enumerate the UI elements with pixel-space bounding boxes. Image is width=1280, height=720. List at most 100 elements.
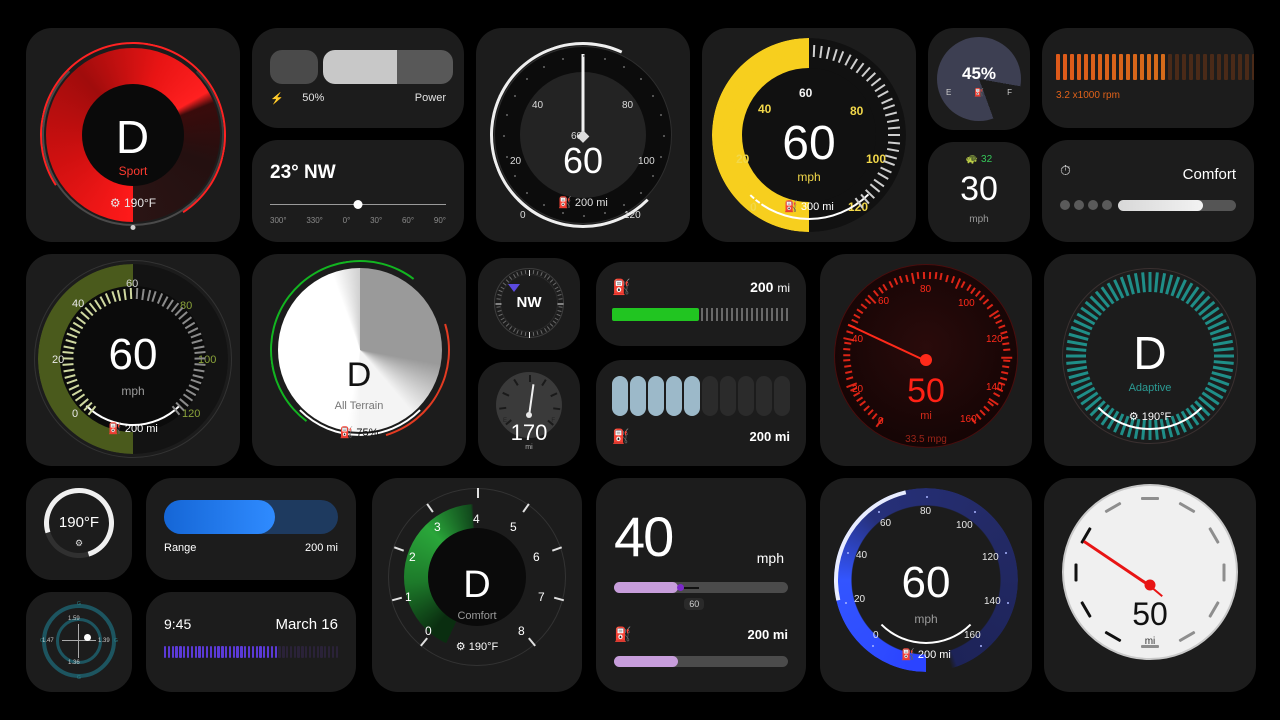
gauge-icon: ⏱ <box>1060 162 1071 178</box>
fuel-slider-track[interactable] <box>614 656 788 667</box>
card-eco-speed[interactable]: 🐢 32 30 mph <box>928 142 1030 242</box>
gear-indicator: D <box>463 564 491 606</box>
rpm-bar-strip <box>1056 54 1254 80</box>
power-segments[interactable] <box>270 50 453 84</box>
card-needle-speedometer[interactable]: 60 40 20 0 80 100 120 60 ⛽ 200 mi <box>476 28 690 242</box>
fuel-scale: E ⛽ F <box>946 88 1012 97</box>
speed-unit: mph <box>969 214 989 225</box>
mode-dot[interactable] <box>1088 200 1098 210</box>
card-temperature-ring[interactable]: 190°F ⚙ <box>26 478 132 580</box>
speedo-tick <box>812 45 815 58</box>
fuel-pump-icon: ⛽ <box>974 88 985 97</box>
fuel-bar-fill <box>612 308 700 321</box>
day-tick <box>164 646 167 658</box>
mode-slider-track[interactable] <box>1118 200 1236 211</box>
speedo-tick <box>846 551 849 554</box>
gauge-tick <box>477 488 479 498</box>
card-comfort-gauge[interactable]: 4 3 2 1 0 5 6 7 8 D Comfort ⚙ 190°F <box>372 478 582 692</box>
card-power-meter[interactable]: ⚡ 50% Power <box>252 28 464 128</box>
g-force-bead <box>84 634 91 641</box>
rpm-bar <box>1210 54 1214 80</box>
red-gauge-hub <box>920 354 932 366</box>
card-time-date[interactable]: 9:45 March 16 <box>146 592 356 692</box>
fuel-pill <box>630 376 646 416</box>
card-range-slider[interactable]: Range 200 mi <box>146 478 356 580</box>
rpm-bar <box>1245 54 1249 80</box>
white-dial-face <box>1062 484 1238 660</box>
fuel-pill <box>648 376 664 416</box>
fuel-bar-track[interactable] <box>612 308 790 321</box>
drive-mode-label: All Terrain <box>334 400 384 412</box>
mode-dots[interactable] <box>1060 200 1112 210</box>
range-value: 170 <box>510 420 548 445</box>
rpm-bar <box>1084 54 1088 80</box>
pill-segments <box>612 376 790 416</box>
range-readout: ⛽ 200 mi <box>558 197 608 209</box>
g-axis-mark: G <box>40 638 44 644</box>
day-tick <box>167 646 171 658</box>
range-slider-track[interactable] <box>164 500 338 534</box>
fuel-pill <box>666 376 682 416</box>
card-fuel-pie[interactable]: 45% E ⛽ F <box>928 28 1030 130</box>
speedo-tick <box>505 155 508 158</box>
fuel-pump-icon: ⛽ <box>614 626 632 642</box>
range-unit: mi <box>525 444 533 451</box>
time-date-row: 9:45 March 16 <box>164 616 338 633</box>
card-yellow-speedometer[interactable]: 60 40 20 0 80 100 120 60 mph ⛽ 300 mi <box>702 28 916 242</box>
tick-label-80: 80 <box>920 284 932 295</box>
day-tick <box>190 646 193 658</box>
day-tick <box>225 646 228 658</box>
speedo-tick <box>543 65 545 68</box>
g-cross-vertical <box>78 624 79 658</box>
rpm-bar <box>1140 54 1144 80</box>
coolant-temp-readout: ⚙ 190°F <box>455 641 499 653</box>
g-value-right: 1.39 <box>98 638 110 644</box>
card-sport-drive-gauge[interactable]: D Sport ⚙ 190°F <box>26 28 240 242</box>
card-white-analog-dial[interactable]: 50 mi <box>1044 478 1256 692</box>
card-rpm-bars[interactable]: 3.2 x1000 rpm <box>1042 28 1254 128</box>
tick-label-6: 6 <box>533 550 540 564</box>
card-nw-compass[interactable]: NW <box>478 258 580 350</box>
card-pill-fuel[interactable]: ⛽ 200 mi <box>596 360 806 466</box>
day-tick <box>320 646 323 658</box>
day-tick <box>266 646 270 658</box>
tick-label-2: 2 <box>409 550 416 564</box>
speed-slider-track[interactable] <box>614 582 788 593</box>
card-adaptive-gauge[interactable]: D Adaptive ⚙ 190°F <box>1044 254 1256 466</box>
day-tick <box>209 646 213 658</box>
card-fuel-dial[interactable]: E F 170 mi <box>478 362 580 466</box>
card-speed-sliders[interactable]: 40 mph 60 ⛽ 200 mi <box>596 478 806 692</box>
mode-dot[interactable] <box>1074 200 1084 210</box>
fuel-pump-icon: ⛽ <box>612 279 631 296</box>
card-all-terrain[interactable]: D All Terrain ⛽ 75% <box>252 254 466 466</box>
fuel-row: ⛽ 200 mi <box>614 626 788 643</box>
card-compass-heading[interactable]: 23° NW 300° 330° 0° 30° 60° 90° <box>252 140 464 242</box>
card-green-fuel-bar[interactable]: ⛽ 200 mi <box>596 262 806 346</box>
card-g-force-meter[interactable]: 1.59 1.47 1.39 1.36 GGGG <box>26 592 132 692</box>
fuel-pill <box>612 376 628 416</box>
gauge-tick <box>843 348 851 351</box>
card-blue-speedometer[interactable]: 80 60 40 20 0 100 120 140 160 60 mph ⛽ 2… <box>820 478 1032 692</box>
fuel-pump-icon: ⛽ <box>339 427 354 439</box>
mode-dot[interactable] <box>1102 200 1112 210</box>
day-tick <box>175 646 178 658</box>
drive-mode-label: Sport <box>118 164 148 178</box>
card-green-speedometer[interactable]: 60 40 20 0 80 100 120 60 mph ⛽ 200 mi <box>26 254 240 466</box>
card-red-analog-gauge[interactable]: 80 60 40 20 0 100 120 140 160 50 mi 33.5… <box>820 254 1032 466</box>
card-drive-mode-slider[interactable]: Comfort ⏱ <box>1042 140 1254 242</box>
mode-dot[interactable] <box>1060 200 1070 210</box>
speedo-tick <box>887 141 900 145</box>
g-value-bottom: 1.36 <box>68 660 80 666</box>
speed-value: 30 <box>960 170 998 208</box>
rpm-bar <box>1217 54 1221 80</box>
bottom-indicator-dot <box>130 225 136 230</box>
speed-slider-knob[interactable] <box>676 584 684 591</box>
eco-readout: 🐢 32 <box>965 154 993 165</box>
speed-slider-fill <box>614 582 679 593</box>
white-dial-hub <box>1144 579 1156 591</box>
fuel-empty-label: E <box>946 88 952 97</box>
heading-knob[interactable] <box>353 200 363 209</box>
rpm-bar <box>1161 54 1165 80</box>
power-labels: ⚡ 50% Power <box>270 92 446 105</box>
fuel-bar-header: ⛽ 200 mi <box>612 278 790 296</box>
